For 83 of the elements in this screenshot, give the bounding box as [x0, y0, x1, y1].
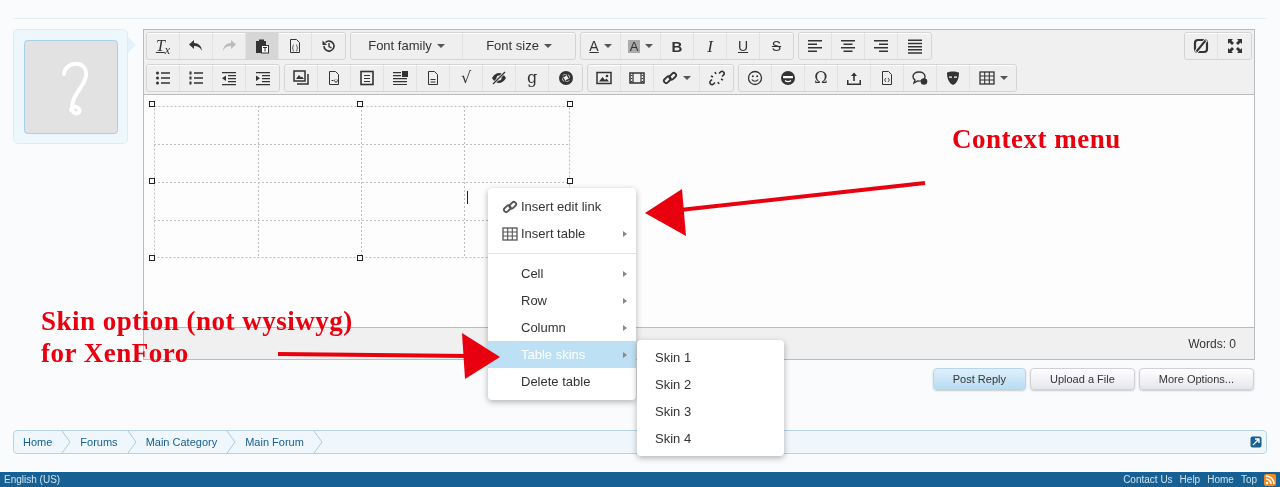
outdent-icon — [221, 70, 237, 86]
breadcrumb-link[interactable]: Forums — [71, 431, 127, 453]
annotation-text: Skin option (not wysiwyg) — [41, 308, 353, 335]
menu-item[interactable]: Delete table — [488, 368, 636, 395]
paste-button[interactable] — [246, 33, 279, 59]
code-file-icon — [879, 70, 895, 86]
align-right-icon — [873, 38, 889, 54]
post-reply-button[interactable]: Post Reply — [932, 368, 1026, 390]
mask-icon — [945, 70, 961, 86]
chevron-separator-icon — [226, 431, 237, 453]
align-left-icon — [807, 38, 823, 54]
breadcrumb-link[interactable]: Home — [14, 431, 62, 453]
letter-g-button[interactable]: g — [516, 65, 549, 91]
document-box-icon — [359, 70, 375, 86]
form-button[interactable]: Upload a File — [1029, 368, 1135, 390]
numbered-list-icon — [188, 70, 204, 86]
image-icon — [596, 70, 612, 86]
fullscreen-icon — [1226, 38, 1243, 54]
menu-item[interactable]: Cell — [488, 260, 636, 287]
italic-button[interactable]: I — [694, 33, 727, 59]
square-slash-icon — [1193, 38, 1209, 54]
footer-link[interactable]: Top — [1240, 474, 1257, 485]
submenu-arrow-icon — [623, 351, 627, 358]
external-link-icon[interactable] — [1250, 436, 1262, 448]
menu-item[interactable]: Skin 4 — [637, 425, 784, 452]
eye-slash-icon — [491, 70, 507, 86]
menu-item[interactable]: Skin 1 — [637, 344, 784, 371]
bold-button[interactable]: B — [661, 33, 694, 59]
history-icon — [320, 38, 337, 54]
footer-link[interactable]: Help — [1179, 474, 1201, 485]
table-icon — [502, 225, 518, 242]
menu-item[interactable]: Row — [488, 287, 636, 314]
form-button[interactable]: More Options... — [1138, 368, 1254, 390]
menu-item[interactable]: Insert edit link — [488, 193, 636, 220]
text-color-button[interactable]: A — [581, 33, 621, 59]
clear-formatting-button[interactable]: T$_{x}$ — [147, 33, 180, 59]
chevron-separator-icon — [61, 431, 72, 453]
file-icon — [326, 70, 342, 86]
underline-button[interactable]: U — [727, 33, 760, 59]
annotation-text: for XenForo — [41, 340, 189, 367]
annotation-text: Context menu — [952, 126, 1121, 153]
justify-icon — [906, 38, 923, 54]
omega-button[interactable]: Ω — [805, 65, 838, 91]
footer-link[interactable]: Home — [1207, 474, 1234, 485]
menu-item[interactable]: Skin 2 — [637, 371, 784, 398]
rss-icon[interactable] — [1264, 473, 1276, 486]
link-icon — [662, 70, 678, 86]
menu-item[interactable]: Skin 3 — [637, 398, 784, 425]
language-link[interactable]: English (US) — [4, 474, 61, 485]
square-root-button[interactable]: √ — [450, 65, 483, 91]
images-icon — [293, 70, 309, 86]
speech-bubble-icon — [912, 70, 928, 86]
word-count: Words: 0 — [1188, 335, 1236, 353]
menu-item[interactable]: Insert table — [488, 220, 636, 247]
page-icon — [425, 70, 441, 86]
footer-link[interactable]: Contact Us — [1123, 474, 1173, 485]
submenu-arrow-icon — [623, 230, 627, 237]
code-file-icon — [287, 38, 303, 54]
smiley-icon — [747, 70, 763, 86]
breadcrumb-link[interactable]: Main Category — [136, 431, 227, 453]
upload-icon — [846, 70, 862, 86]
submenu-arrow-icon — [623, 324, 627, 331]
chevron-separator-icon — [126, 431, 137, 453]
aperture-icon — [557, 70, 574, 86]
bullet-list-icon — [155, 70, 171, 86]
link-icon — [502, 198, 518, 215]
align-center-icon — [840, 38, 856, 54]
broken-link-icon — [708, 70, 725, 86]
newspaper-icon — [392, 70, 408, 86]
font-family-dropdown[interactable]: Font family — [351, 33, 463, 59]
film-icon — [629, 70, 645, 86]
indent-icon — [254, 70, 271, 86]
breadcrumb-link[interactable]: Main Forum — [236, 431, 313, 453]
submenu-arrow-icon — [623, 297, 627, 304]
highlight-color-button[interactable]: A — [621, 33, 661, 59]
chevron-separator-icon — [312, 431, 323, 453]
strikethrough-button[interactable]: S — [760, 33, 793, 59]
sunglasses-face-icon — [780, 70, 796, 86]
submenu-arrow-icon — [623, 270, 627, 277]
font-size-dropdown[interactable]: Font size — [463, 33, 575, 59]
menu-item[interactable]: Column — [488, 314, 636, 341]
table-icon — [978, 70, 995, 86]
paste-icon — [254, 38, 270, 54]
